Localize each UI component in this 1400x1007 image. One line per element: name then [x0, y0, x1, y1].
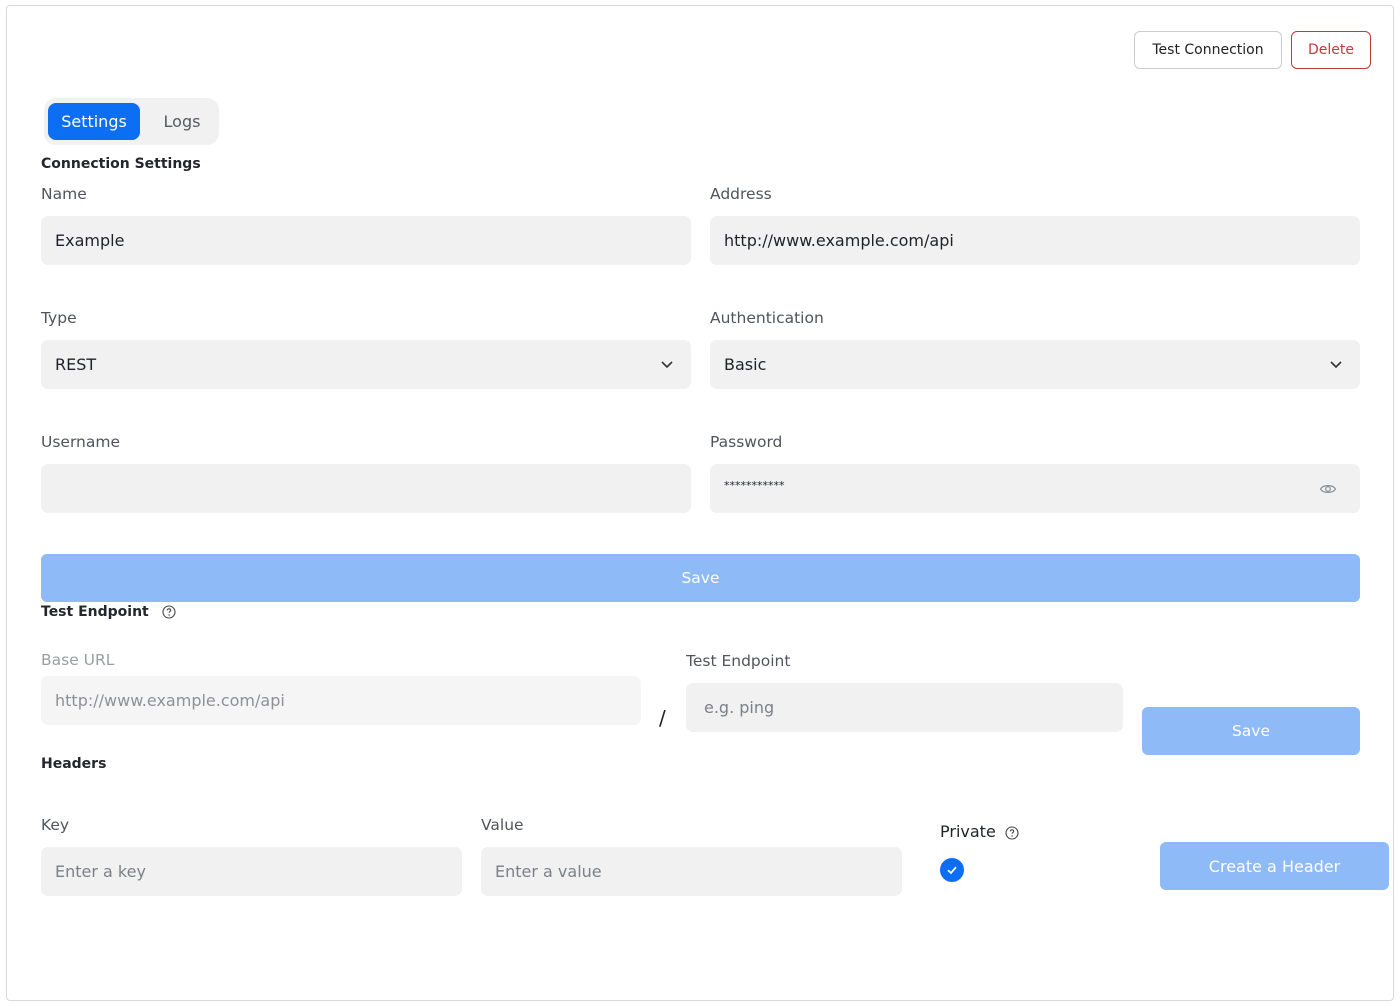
create-header-button[interactable]: Create a Header — [1160, 842, 1389, 890]
base-url-label: Base URL — [41, 651, 115, 669]
username-input[interactable] — [41, 464, 691, 513]
test-connection-button[interactable]: Test Connection — [1134, 31, 1282, 69]
address-input[interactable]: http://www.example.com/api — [710, 216, 1360, 265]
type-label: Type — [41, 309, 77, 327]
private-label: Private — [940, 822, 1019, 841]
private-label-text: Private — [940, 822, 996, 841]
test-endpoint-input[interactable]: e.g. ping — [686, 683, 1123, 732]
save-endpoint-button[interactable]: Save — [1142, 707, 1360, 755]
password-label: Password — [710, 433, 783, 451]
password-value: *********** — [724, 479, 785, 492]
delete-button[interactable]: Delete — [1291, 31, 1371, 69]
tab-bar: Settings Logs — [44, 98, 219, 145]
key-label: Key — [41, 816, 70, 834]
authentication-select-value: Basic — [724, 355, 767, 374]
help-icon[interactable] — [162, 605, 176, 619]
tab-settings[interactable]: Settings — [48, 103, 140, 140]
name-input[interactable]: Example — [41, 216, 691, 265]
private-checkbox[interactable] — [940, 858, 964, 882]
chevron-down-icon — [1330, 361, 1342, 369]
password-input[interactable]: *********** — [710, 464, 1360, 513]
check-icon — [947, 866, 957, 875]
address-label: Address — [710, 185, 772, 203]
name-label: Name — [41, 185, 87, 203]
save-connection-button[interactable]: Save — [41, 554, 1360, 602]
type-select[interactable]: REST — [41, 340, 691, 389]
value-label: Value — [481, 816, 524, 834]
eye-icon[interactable] — [1319, 480, 1337, 498]
tab-logs[interactable]: Logs — [147, 103, 217, 140]
base-url-input: http://www.example.com/api — [41, 676, 641, 725]
value-input[interactable]: Enter a value — [481, 847, 902, 896]
key-input[interactable]: Enter a key — [41, 847, 462, 896]
path-separator: / — [659, 706, 666, 730]
authentication-label: Authentication — [710, 309, 824, 327]
help-icon[interactable] — [1005, 825, 1019, 840]
test-endpoint-label: Test Endpoint — [686, 652, 791, 670]
test-endpoint-title: Test Endpoint — [41, 604, 176, 620]
type-select-value: REST — [55, 355, 97, 374]
headers-title: Headers — [41, 756, 107, 772]
username-label: Username — [41, 433, 121, 451]
connection-settings-title: Connection Settings — [41, 156, 201, 172]
connection-card: Test Connection Delete Settings Logs Con… — [6, 5, 1394, 1001]
test-endpoint-title-text: Test Endpoint — [41, 604, 149, 620]
chevron-down-icon — [661, 361, 673, 369]
authentication-select[interactable]: Basic — [710, 340, 1360, 389]
